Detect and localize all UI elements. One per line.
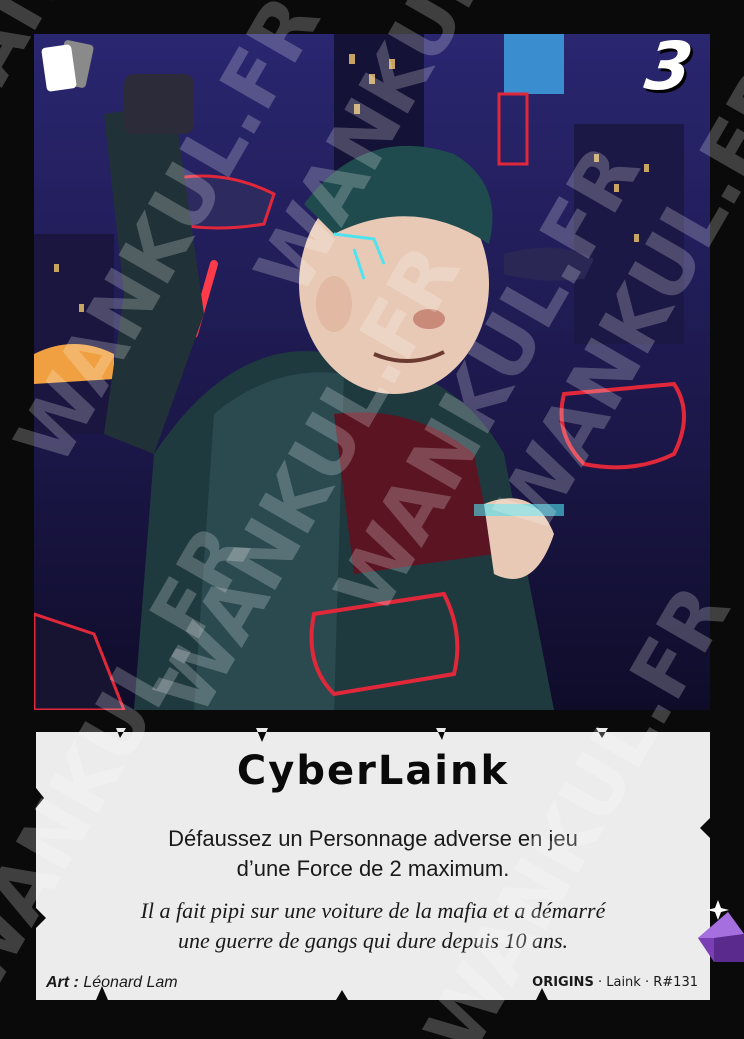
separator-2: ·	[644, 975, 650, 990]
card-text-box: CyberLaink Défaussez un Personnage adver…	[36, 728, 710, 1004]
character-name: Laink	[606, 975, 641, 990]
trading-card: 3 CyberLaink Défaussez un Personnage adv…	[0, 0, 744, 1039]
effect-line-1: Défaussez un Personnage adverse en jeu	[168, 826, 578, 851]
cards-icon	[41, 40, 94, 92]
card-name: CyberLaink	[236, 748, 510, 794]
effect-line-2: d’une Force de 2 maximum.	[236, 856, 510, 881]
purple-gem-icon	[698, 900, 744, 962]
cyberpunk-illustration	[34, 34, 710, 710]
card-artwork	[34, 34, 710, 710]
effect-text: Défaussez un Personnage adverse en jeu d…	[76, 824, 670, 884]
flavor-line-2: une guerre de gangs qui dure depuis 10 a…	[177, 928, 569, 953]
artist-name: Léonard Lam	[83, 974, 178, 991]
flavor-text: Il a fait pipi sur une voiture de la maf…	[56, 896, 690, 956]
separator-1: ·	[597, 975, 603, 990]
flavor-line-1: Il a fait pipi sur une voiture de la maf…	[140, 898, 606, 923]
art-label: Art :	[46, 974, 79, 991]
set-info: ORIGINS · Laink · R#131	[532, 975, 698, 990]
artist-credit: Art : Léonard Lam	[46, 974, 178, 992]
set-name: ORIGINS	[532, 975, 594, 990]
